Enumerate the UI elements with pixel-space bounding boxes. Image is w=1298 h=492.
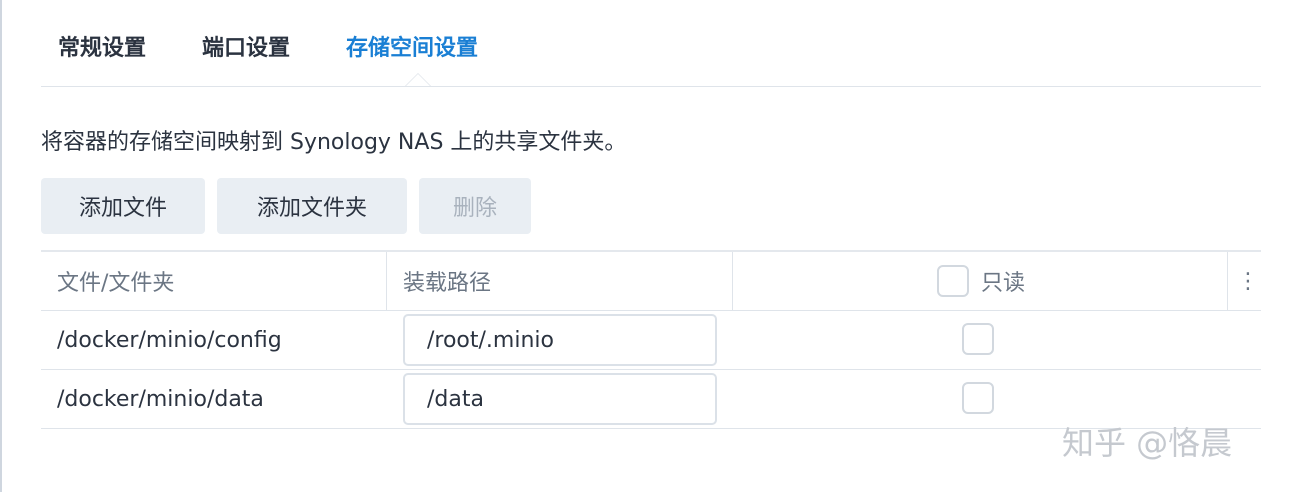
- settings-tabs: 常规设置 端口设置 存储空间设置: [41, 0, 1261, 87]
- row-source-path: /docker/minio/config: [57, 327, 282, 353]
- storage-settings-page: 常规设置 端口设置 存储空间设置 将容器的存储空间映射到 Synology NA…: [0, 0, 1298, 492]
- tab-storage-settings[interactable]: 存储空间设置: [346, 30, 478, 62]
- delete-button: 删除: [419, 178, 531, 234]
- watermark-text: 知乎 @恪晨: [1062, 424, 1233, 462]
- column-header-source: 文件/文件夹: [57, 271, 175, 296]
- window-left-border: [0, 0, 2, 492]
- storage-description: 将容器的存储空间映射到 Synology NAS 上的共享文件夹。: [41, 130, 627, 155]
- mount-path-input[interactable]: [403, 314, 717, 366]
- column-menu-icon[interactable]: ⋮: [1237, 252, 1259, 310]
- column-header-mount-path: 装载路径: [403, 271, 492, 296]
- row-source-path: /docker/minio/data: [57, 386, 264, 412]
- read-only-checkbox[interactable]: [962, 382, 994, 414]
- column-header-read-only: 只读: [937, 252, 1025, 310]
- read-only-label: 只读: [981, 271, 1026, 296]
- active-tab-indicator: [405, 73, 431, 86]
- column-divider[interactable]: [1227, 252, 1228, 310]
- add-file-button[interactable]: 添加文件: [41, 178, 205, 234]
- column-divider[interactable]: [732, 252, 733, 310]
- column-divider[interactable]: [386, 252, 387, 310]
- tab-general-settings[interactable]: 常规设置: [58, 30, 146, 62]
- tab-port-settings[interactable]: 端口设置: [202, 30, 290, 62]
- table-row[interactable]: /docker/minio/config: [41, 311, 1261, 370]
- add-folder-button[interactable]: 添加文件夹: [217, 178, 407, 234]
- table-header: 文件/文件夹 装载路径 只读 ⋮: [41, 250, 1261, 311]
- volume-table: 文件/文件夹 装载路径 只读 ⋮ /docker/minio/config /d…: [41, 250, 1261, 429]
- select-all-read-only-checkbox[interactable]: [937, 265, 969, 297]
- read-only-checkbox[interactable]: [962, 323, 994, 355]
- mount-path-input[interactable]: [403, 373, 717, 425]
